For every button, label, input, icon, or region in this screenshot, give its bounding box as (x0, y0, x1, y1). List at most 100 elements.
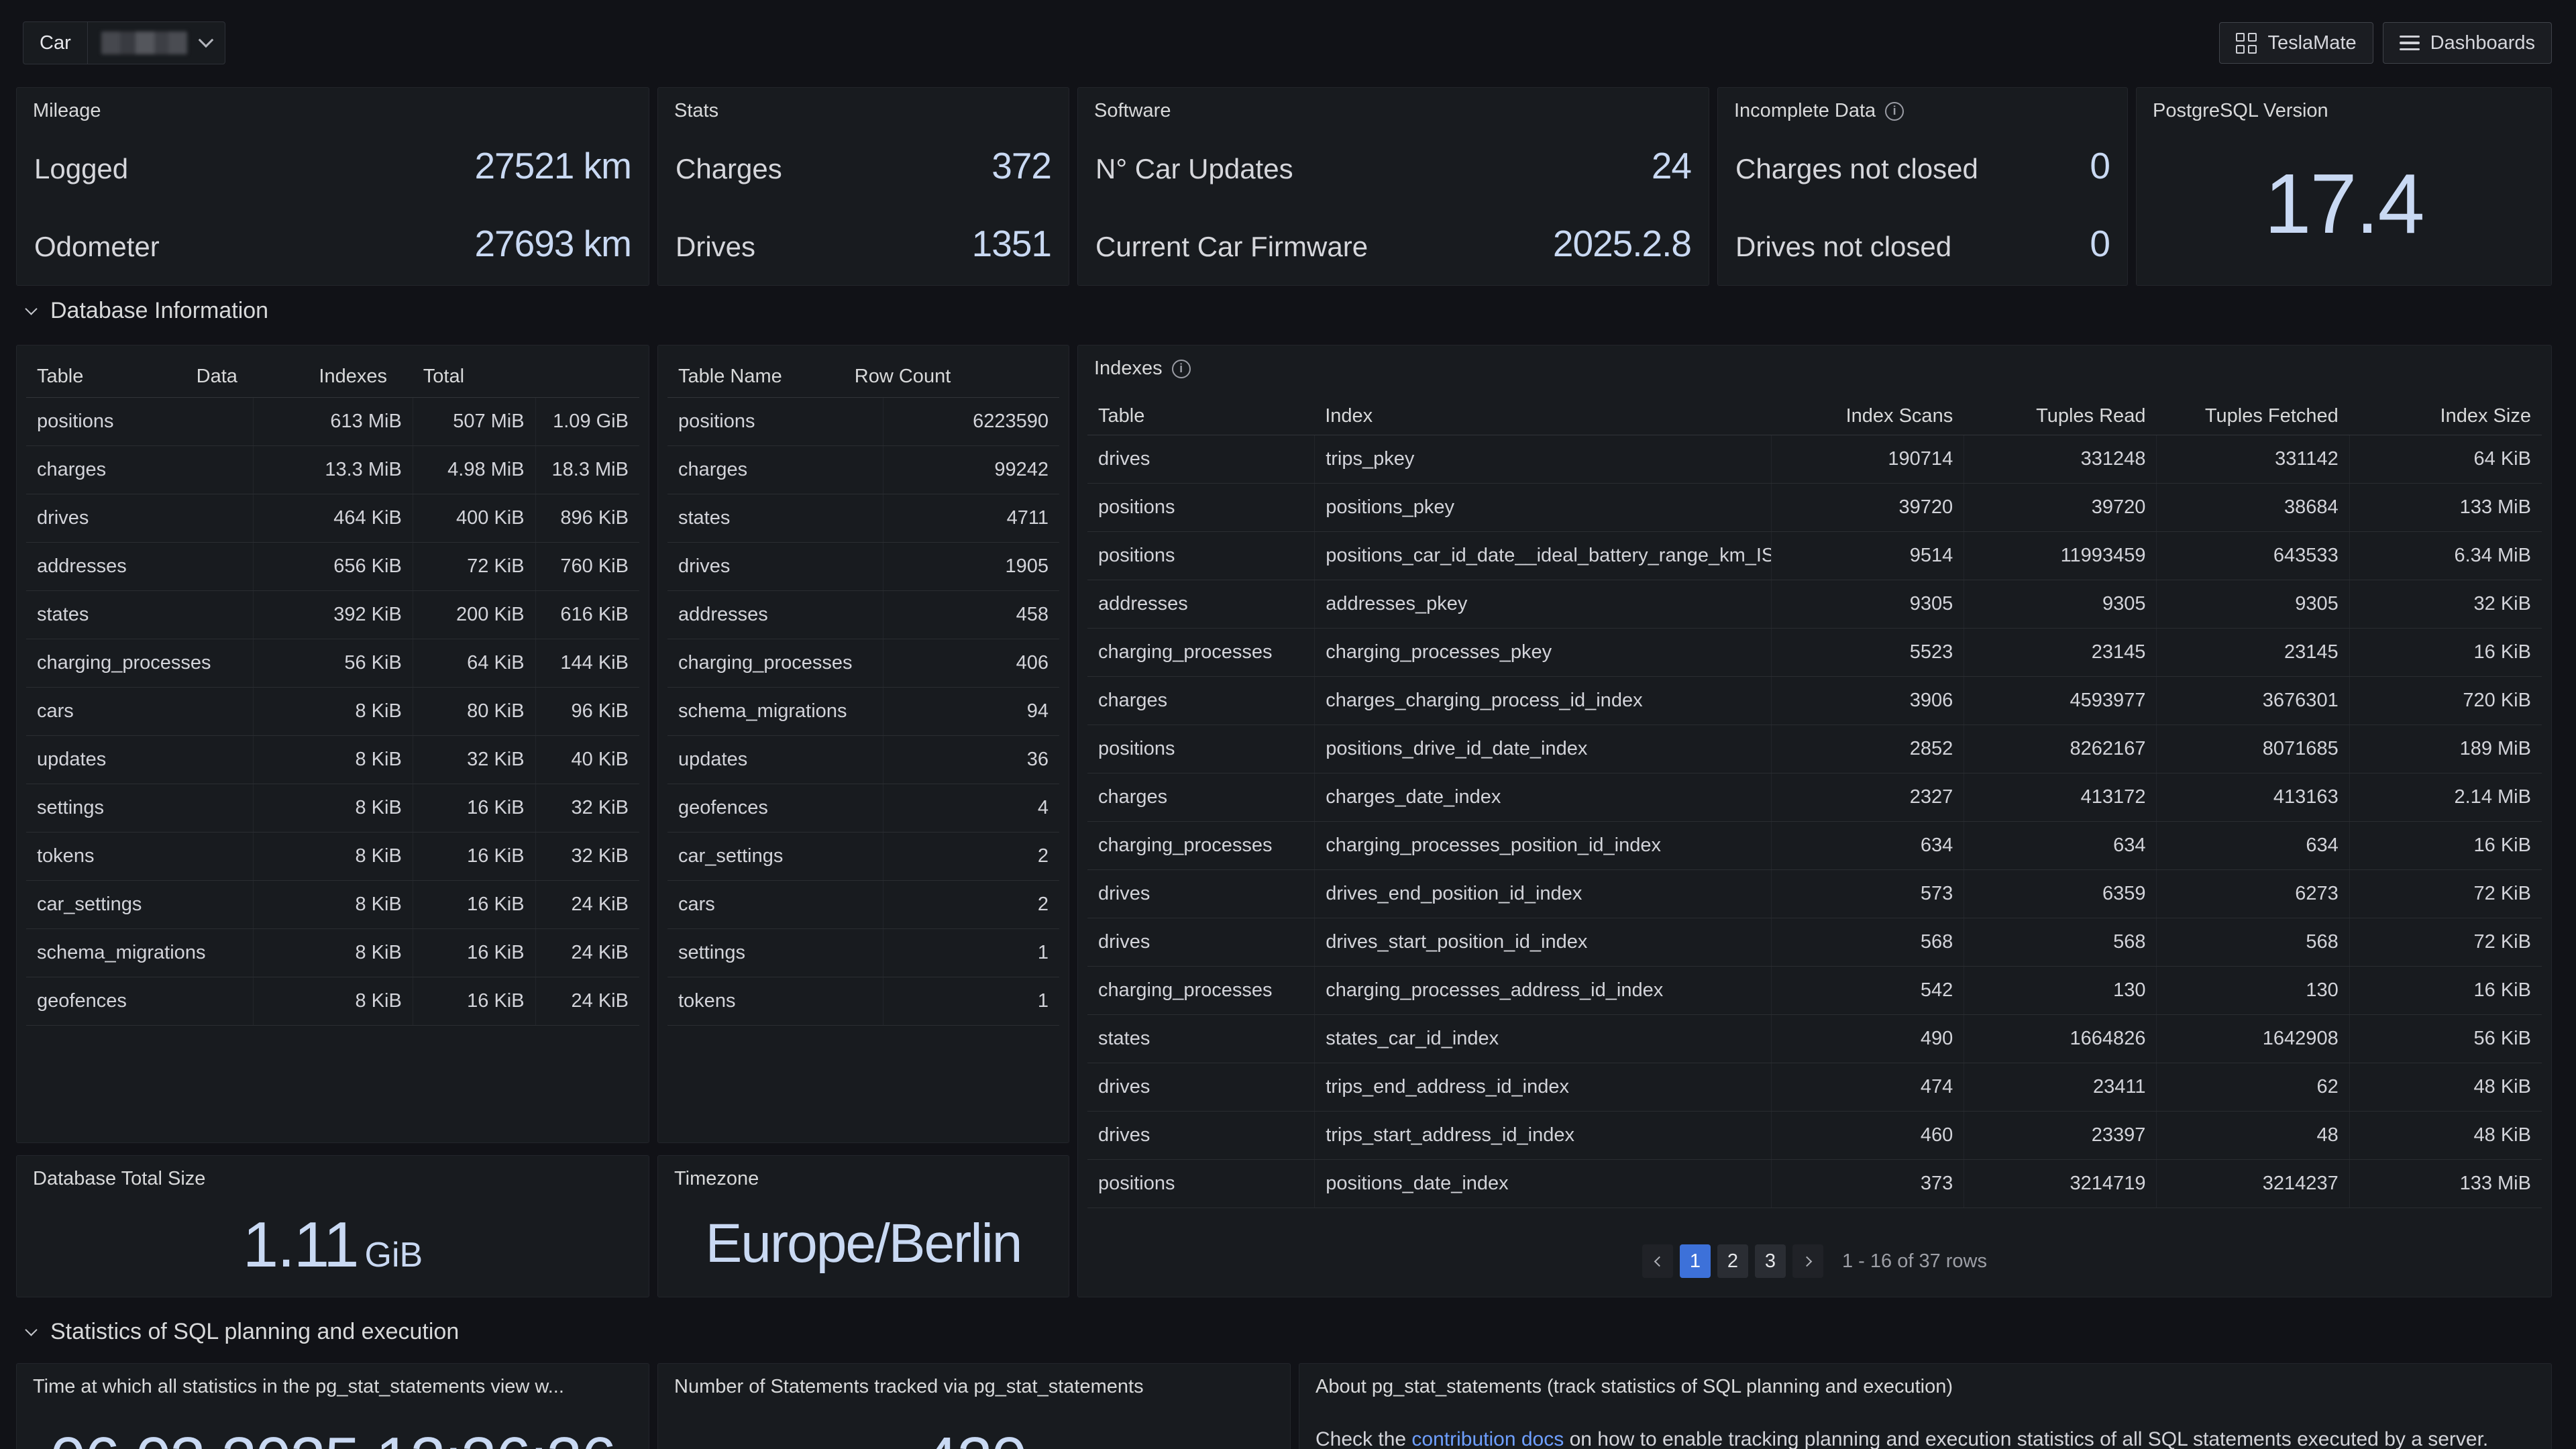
table-cell: 96 KiB (535, 688, 639, 735)
table-cell: 413172 (1964, 773, 2156, 821)
table-cell: drives (1087, 918, 1314, 966)
dashboards-button-label: Dashboards (2430, 32, 2535, 54)
table-cell: 9305 (1964, 580, 2156, 628)
table-cell: 38684 (2156, 484, 2349, 531)
table-cell: 568 (1964, 918, 2156, 966)
table-cell: 507 MiB (413, 398, 535, 445)
table-cell: 458 (883, 591, 1059, 639)
column-header[interactable]: Data (186, 356, 309, 397)
table-cell: addresses (26, 543, 253, 590)
table-row: charging_processes charging_processes_pk… (1087, 629, 2542, 677)
column-header[interactable]: Table Name (667, 356, 844, 397)
table-cell: charges (26, 446, 253, 494)
table-cell: 4593977 (1964, 677, 2156, 724)
info-icon[interactable]: i (1172, 360, 1191, 378)
panel-title: Mileage (33, 100, 633, 122)
stat-label: Charges not closed (1735, 148, 1978, 191)
table-cell: 80 KiB (413, 688, 535, 735)
table-cell: 1664826 (1964, 1015, 2156, 1063)
table-cell: 634 (1771, 822, 1964, 869)
table-cell: drives (1087, 1063, 1314, 1111)
table-cell: 760 KiB (535, 543, 639, 590)
info-icon[interactable]: i (1885, 102, 1904, 121)
table-row: drives trips_pkey 190714 331248 331142 6… (1087, 435, 2542, 484)
table-cell: 16 KiB (413, 881, 535, 928)
column-header[interactable]: Total (413, 356, 475, 397)
table-cell: positions_date_index (1314, 1160, 1771, 1208)
pagination-page-button[interactable]: 3 (1755, 1244, 1786, 1278)
section-sql-statistics[interactable]: Statistics of SQL planning and execution (27, 1319, 459, 1345)
table-cell: 130 (2156, 967, 2349, 1014)
table-cell: 8 KiB (253, 977, 413, 1025)
table-cell: 189 MiB (2349, 725, 2542, 773)
table-cell: 2 (883, 833, 1059, 880)
teslamate-button[interactable]: TeslaMate (2219, 22, 2373, 64)
car-variable-value[interactable] (88, 22, 225, 64)
column-header[interactable]: Tuples Read (1964, 398, 2156, 435)
table-row: drives 1905 (667, 543, 1059, 591)
table-row: car_settings 8 KiB 16 KiB 24 KiB (26, 881, 639, 929)
car-variable-selector[interactable]: Car (23, 21, 225, 64)
stat-value: 27521 km (474, 144, 631, 187)
panel-title: Number of Statements tracked via pg_stat… (674, 1376, 1274, 1398)
table-cell: 13.3 MiB (253, 446, 413, 494)
table-cell: states_car_id_index (1314, 1015, 1771, 1063)
table-cell: 36 (883, 736, 1059, 784)
table-cell: 2852 (1771, 725, 1964, 773)
table-cell: 542 (1771, 967, 1964, 1014)
section-database-information[interactable]: Database Information (27, 298, 268, 324)
column-header[interactable]: Indexes (308, 356, 412, 397)
table-cell: 464 KiB (253, 494, 413, 542)
column-header[interactable]: Table (1087, 398, 1314, 435)
table-cell: charging_processes (26, 639, 253, 687)
stat-value: 27693 km (474, 222, 631, 265)
column-header[interactable]: Row Count (844, 356, 961, 397)
car-value-redacted (101, 32, 187, 54)
panel-title: Timezone (674, 1168, 1053, 1190)
table-cell: 568 (2156, 918, 2349, 966)
table-cell: 3676301 (2156, 677, 2349, 724)
table-cell: 656 KiB (253, 543, 413, 590)
table-cell: car_settings (26, 881, 253, 928)
table-cell: charging_processes (667, 639, 883, 687)
table-cell: 392 KiB (253, 591, 413, 639)
pagination-page-button[interactable]: 2 (1717, 1244, 1748, 1278)
column-header[interactable]: Table (26, 356, 186, 397)
table-cell: charging_processes_position_id_index (1314, 822, 1771, 869)
table-cell: 94 (883, 688, 1059, 735)
panel-title: Stats (674, 100, 1053, 122)
table-cell: 24 KiB (535, 977, 639, 1025)
dashboards-button[interactable]: Dashboards (2383, 22, 2552, 64)
table-row: updates 8 KiB 32 KiB 40 KiB (26, 736, 639, 784)
table-cell: drives (1087, 1112, 1314, 1159)
table-cell: 8 KiB (253, 881, 413, 928)
indexes-body: drives trips_pkey 190714 331248 331142 6… (1087, 435, 2542, 1208)
contribution-docs-link[interactable]: contribution docs (1411, 1428, 1564, 1449)
table-cell: charges_date_index (1314, 773, 1771, 821)
table-row: charges 13.3 MiB 4.98 MiB 18.3 MiB (26, 446, 639, 494)
table-cell: 190714 (1771, 435, 1964, 483)
postgres-version-value: 17.4 (2137, 155, 2551, 252)
table-cell: 200 KiB (413, 591, 535, 639)
table-cell: car_settings (667, 833, 883, 880)
column-header[interactable]: Index Size (2349, 398, 2542, 435)
panel-title: About pg_stat_statements (track statisti… (1316, 1376, 2535, 1398)
table-cell: drives (667, 543, 883, 590)
stat-label: Logged (34, 148, 128, 191)
stat-row: Drives not closed 0 (1735, 222, 2110, 265)
table-cell: schema_migrations (667, 688, 883, 735)
table-cell: 1642908 (2156, 1015, 2349, 1063)
pagination-page-button[interactable]: 1 (1680, 1244, 1711, 1278)
statements-count-panel: Number of Statements tracked via pg_stat… (657, 1363, 1291, 1449)
column-header[interactable]: Index (1314, 398, 1771, 435)
table-cell: 24 KiB (535, 881, 639, 928)
pagination-prev-button[interactable] (1642, 1244, 1673, 1278)
value-number: 1.11 (243, 1209, 358, 1281)
pagination-next-button[interactable] (1792, 1244, 1823, 1278)
table-cell: charges_charging_process_id_index (1314, 677, 1771, 724)
column-header[interactable]: Tuples Fetched (2156, 398, 2349, 435)
column-header[interactable]: Index Scans (1771, 398, 1964, 435)
table-header-row: Table NameRow Count (667, 356, 1059, 398)
table-row: cars 8 KiB 80 KiB 96 KiB (26, 688, 639, 736)
table-cell: 16 KiB (2349, 967, 2542, 1014)
